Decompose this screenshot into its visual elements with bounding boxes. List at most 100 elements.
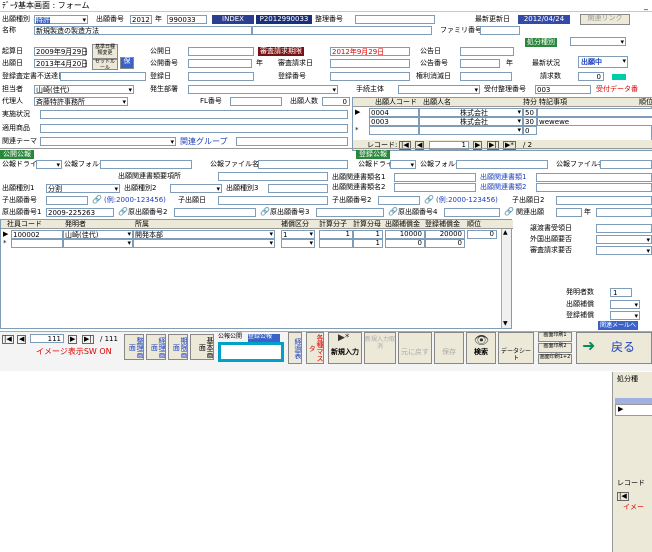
- note-cell[interactable]: [537, 108, 652, 117]
- employee-cell[interactable]: 100002: [11, 230, 63, 239]
- related-doc1-field[interactable]: [536, 173, 652, 182]
- reg-comp-cell[interactable]: 0: [425, 239, 465, 248]
- masters-button[interactable]: 各種マスタ: [306, 332, 324, 364]
- base-date-change-button[interactable]: 基準日種類変更: [92, 44, 118, 59]
- print12-button[interactable]: 画面印刷1+2: [538, 354, 572, 364]
- progress-table-button[interactable]: 経過表: [288, 332, 302, 364]
- inventor-cell[interactable]: 山崎(佳代): [63, 230, 133, 239]
- related-link-button[interactable]: 関連リンク: [580, 14, 630, 25]
- related-doc-link2[interactable]: 出願関連書類2: [480, 183, 526, 192]
- applicant-count-field[interactable]: 0: [322, 97, 350, 106]
- orig3-field[interactable]: [316, 208, 384, 217]
- reg-comp-select[interactable]: [610, 311, 640, 320]
- print2-button[interactable]: 画面印刷2: [538, 343, 572, 353]
- toroku-folder-field[interactable]: [456, 160, 548, 169]
- fl-field[interactable]: [230, 97, 282, 106]
- share-cell[interactable]: 50: [523, 108, 537, 117]
- link-icon[interactable]: 🔗: [388, 208, 398, 216]
- name-field-ext[interactable]: [252, 26, 432, 35]
- child-date-field[interactable]: [218, 196, 328, 205]
- app-no-field[interactable]: 990033: [167, 15, 207, 24]
- minimize-button[interactable]: _: [644, 2, 648, 10]
- save-button[interactable]: 保存: [434, 332, 464, 364]
- orig1-field[interactable]: 2009-225263: [46, 208, 114, 217]
- basic-screen-button[interactable]: 基本画面: [190, 334, 214, 360]
- related-docs-field[interactable]: [218, 172, 328, 181]
- table-row[interactable]: * 1 0 0: [1, 239, 501, 248]
- exam-request-select[interactable]: [596, 246, 652, 255]
- denominator-cell[interactable]: 1: [353, 230, 383, 239]
- comp-type-cell[interactable]: 1: [281, 230, 315, 239]
- child2-date-field[interactable]: [556, 196, 652, 205]
- code-cell[interactable]: 0003: [369, 117, 419, 126]
- numerator-cell[interactable]: [319, 239, 353, 248]
- filing-date-field[interactable]: 2013年4月20日: [34, 59, 88, 68]
- related-mail-button[interactable]: 関連メールへ: [598, 321, 639, 330]
- app-comp-cell[interactable]: 10000: [385, 230, 425, 239]
- theme-select[interactable]: [40, 137, 176, 146]
- table-row[interactable]: ▶ 0004 株式会社 50: [353, 108, 652, 117]
- inventor-cell[interactable]: [63, 239, 133, 248]
- index-button[interactable]: INDEX: [212, 15, 254, 24]
- related-filing-field2[interactable]: [596, 208, 652, 217]
- shinsa-deadline-field[interactable]: 2012年9月29日: [330, 47, 410, 56]
- family-field[interactable]: [480, 26, 520, 35]
- related-doc2-field[interactable]: [536, 183, 652, 192]
- scroll-up-icon[interactable]: ▲: [503, 230, 508, 236]
- vertical-scrollbar[interactable]: ▲ ▼: [501, 229, 511, 328]
- procedure-select[interactable]: [398, 85, 480, 94]
- toroku-file-field[interactable]: [600, 160, 652, 169]
- kind-select[interactable]: 特許: [34, 15, 88, 24]
- dept-cell[interactable]: 開発本部: [133, 230, 275, 239]
- right-expiry-field[interactable]: [460, 72, 512, 81]
- tab-kokai[interactable]: 公報公開: [218, 334, 248, 342]
- related-doc-name1-field[interactable]: [394, 173, 476, 182]
- filing-comp-select[interactable]: [610, 300, 640, 309]
- kokai-file-field[interactable]: [258, 160, 348, 169]
- kokai-no-field[interactable]: [188, 59, 252, 68]
- seiri-field[interactable]: [355, 15, 435, 24]
- group-field[interactable]: [236, 137, 348, 146]
- kokoku-no-field[interactable]: [460, 59, 500, 68]
- kind3-field[interactable]: [268, 184, 328, 193]
- related-doc-link1[interactable]: 出願関連書類1: [480, 173, 526, 182]
- record-number-field[interactable]: 111: [30, 334, 64, 343]
- reg-comp-cell[interactable]: 20000: [425, 230, 465, 239]
- name-cell[interactable]: [419, 126, 523, 135]
- first-record-icon[interactable]: |◀: [617, 492, 629, 501]
- denominator-cell[interactable]: 1: [353, 239, 383, 248]
- save-small-button[interactable]: 保: [120, 57, 134, 69]
- last-record-icon[interactable]: ▶|: [82, 335, 94, 344]
- kokai-folder-field[interactable]: [100, 160, 192, 169]
- related-filing-field[interactable]: [556, 208, 582, 217]
- receipt-field[interactable]: 003: [535, 85, 591, 94]
- agent-select[interactable]: 斉藤特許事務所: [34, 97, 128, 106]
- orig2-field[interactable]: [174, 208, 256, 217]
- share-cell[interactable]: 30: [523, 117, 537, 126]
- status-select[interactable]: 出願中: [578, 56, 628, 68]
- tab-toroku[interactable]: 登録公報: [248, 334, 280, 342]
- link-icon[interactable]: 🔗: [504, 208, 514, 216]
- kokai-date-field[interactable]: [188, 47, 254, 56]
- dept-select[interactable]: [188, 85, 338, 94]
- assignment-received-field[interactable]: [596, 224, 652, 233]
- name-field[interactable]: 新規製造の製造方法: [34, 26, 252, 35]
- cancel-new-button[interactable]: 新規入力取消: [364, 332, 396, 364]
- deadline-screen-button[interactable]: 期限画面: [168, 334, 188, 360]
- kokai-drive-select[interactable]: [36, 160, 62, 169]
- person-select[interactable]: 山崎(佳代): [34, 85, 134, 94]
- link-icon[interactable]: 🔗: [260, 208, 270, 216]
- seiri-screen-button[interactable]: 整理画面: [124, 334, 144, 360]
- employee-cell[interactable]: [11, 239, 63, 248]
- orig4-field[interactable]: [444, 208, 500, 217]
- product-field[interactable]: [40, 124, 348, 133]
- print1-button[interactable]: 画面印刷1: [538, 332, 572, 342]
- undo-button[interactable]: 元に戻す: [398, 332, 432, 364]
- claim-count-field[interactable]: 0: [578, 72, 604, 81]
- toroku-drive-select[interactable]: [390, 160, 416, 169]
- dept-cell[interactable]: [133, 239, 275, 248]
- code-cell[interactable]: [369, 126, 419, 135]
- image-toggle[interactable]: イメージ表示SW ON: [36, 348, 112, 356]
- code-cell[interactable]: 0004: [369, 108, 419, 117]
- shinsa-req-field[interactable]: [330, 59, 410, 68]
